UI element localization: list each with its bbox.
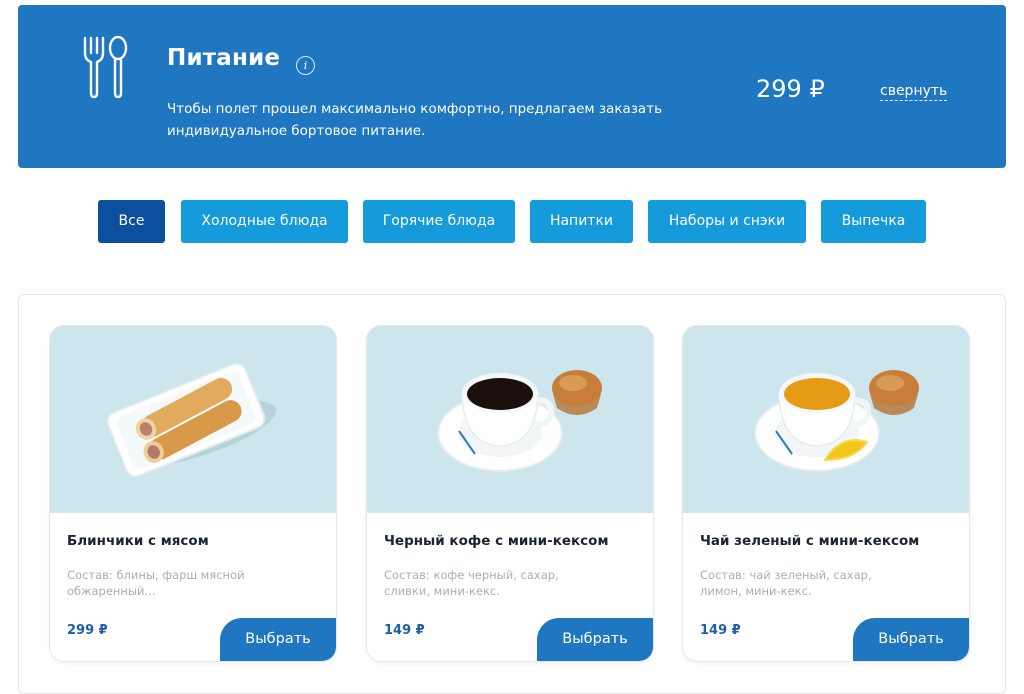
filter-drinks[interactable]: Напитки bbox=[530, 200, 633, 243]
meal-banner: Питание i Чтобы полет прошел максимально… bbox=[18, 5, 1006, 168]
item-name: Блинчики с мясом bbox=[67, 533, 209, 549]
page-title: Питание bbox=[167, 45, 281, 71]
filter-bakery[interactable]: Выпечка bbox=[821, 200, 926, 243]
filter-sets-snacks[interactable]: Наборы и снэки bbox=[648, 200, 806, 243]
menu-card[interactable]: Черный кофе с мини-кексом Состав: кофе ч… bbox=[367, 326, 653, 661]
item-composition: Состав: чай зеленый, сахар, лимон, мини-… bbox=[700, 568, 872, 598]
fork-spoon-icon bbox=[83, 35, 128, 99]
select-button[interactable]: Выбрать bbox=[220, 618, 336, 661]
item-price: 149 ₽ bbox=[700, 623, 741, 638]
collapse-link[interactable]: свернуть bbox=[880, 83, 948, 101]
item-price: 149 ₽ bbox=[384, 623, 425, 638]
banner-description: Чтобы полет прошел максимально комфортно… bbox=[167, 101, 663, 139]
item-composition: Состав: кофе черный, сахар, сливки, мини… bbox=[384, 568, 559, 598]
filter-all[interactable]: Все bbox=[98, 200, 165, 243]
item-name: Черный кофе с мини-кексом bbox=[384, 533, 609, 549]
banner-price: 299 ₽ bbox=[756, 75, 825, 103]
filter-hot-dishes[interactable]: Горячие блюда bbox=[363, 200, 515, 243]
filter-cold-dishes[interactable]: Холодные блюда bbox=[181, 200, 348, 243]
menu-card[interactable]: Чай зеленый с мини-кексом Состав: чай зе… bbox=[683, 326, 969, 661]
pancakes-photo bbox=[50, 326, 336, 513]
item-price: 299 ₽ bbox=[67, 623, 108, 638]
select-button[interactable]: Выбрать bbox=[853, 618, 969, 661]
coffee-photo bbox=[367, 326, 653, 513]
info-icon[interactable]: i bbox=[296, 56, 315, 75]
select-button[interactable]: Выбрать bbox=[537, 618, 653, 661]
item-composition: Состав: блины, фарш мясной обжаренный... bbox=[67, 568, 245, 598]
menu-card[interactable]: Блинчики с мясом Состав: блины, фарш мяс… bbox=[50, 326, 336, 661]
tea-photo bbox=[683, 326, 969, 513]
item-name: Чай зеленый с мини-кексом bbox=[700, 533, 920, 549]
category-filters: Все Холодные блюда Горячие блюда Напитки… bbox=[0, 200, 1024, 243]
